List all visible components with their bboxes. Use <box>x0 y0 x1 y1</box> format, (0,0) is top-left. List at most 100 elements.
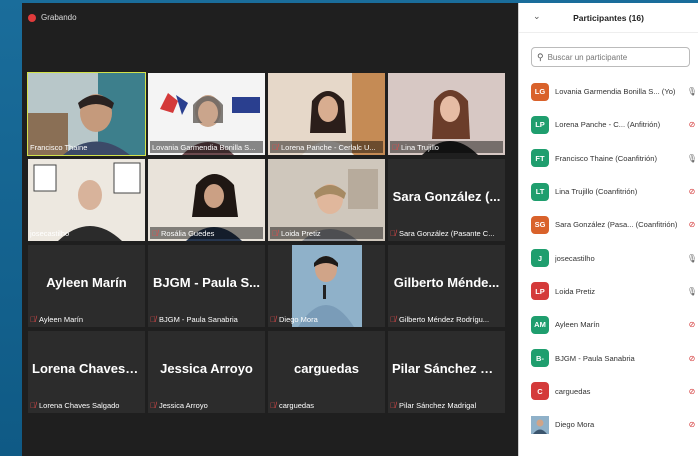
search-box[interactable]: ⚲ <box>531 47 690 67</box>
tile-caption: 🎙̸ Lorena Panche - Cerlalc U... <box>270 141 383 153</box>
tile-display-name: Pilar Sánchez M... <box>392 361 501 376</box>
participant-item[interactable]: LT Lina Trujillo (Coanfitrión) ⊘ <box>531 175 698 208</box>
participant-name: Loida Pretiz <box>555 286 596 296</box>
desktop-background-strip <box>0 0 22 456</box>
mic-on-icon[interactable]: 🎙 <box>686 254 698 263</box>
video-tile[interactable]: BJGM - Paula S... 🎙̸ BJGM - Paula Sanabri… <box>148 245 265 327</box>
tile-caption: 🎙̸ Loida Pretiz <box>270 227 383 239</box>
video-tile[interactable]: Ayleen Marín 🎙̸ Ayleen Marín <box>28 245 145 327</box>
mic-off-icon[interactable]: ⊘ <box>686 120 698 129</box>
participant-name: BJGM - Paula Sanabria <box>555 353 635 363</box>
participant-name: Lina Trujillo (Coanfitrión) <box>555 187 638 197</box>
muted-mic-icon: 🎙̸ <box>392 142 398 152</box>
video-tile[interactable]: 🎙̸ Rosália Guedes <box>148 159 265 241</box>
avatar: FT <box>531 149 549 168</box>
tile-caption: 🎙̸ Jessica Arroyo <box>150 400 208 410</box>
tile-display-name: Gilberto Ménde... <box>393 275 500 290</box>
avatar-photo <box>531 415 549 434</box>
tile-caption: 🎙̸ Diego Mora <box>270 314 318 324</box>
mic-on-icon[interactable]: 🎙 <box>686 87 698 96</box>
participants-panel: ⌄ Participantes (16) ⚲ LG Lovania Garmend… <box>518 3 698 456</box>
participant-item[interactable]: B- BJGM - Paula Sanabria ⊘ <box>531 341 698 374</box>
tile-caption: 🎙̸ BJGM - Paula Sanabria <box>150 314 238 324</box>
muted-mic-icon: 🎙̸ <box>152 228 158 238</box>
avatar: LG <box>531 82 549 101</box>
participant-item[interactable]: LP Loida Pretiz 🎙 <box>531 275 698 308</box>
avatar: AM <box>531 315 549 334</box>
video-tile[interactable]: Gilberto Ménde... 🎙̸ Gilberto Méndez Rodr… <box>388 245 505 327</box>
mic-on-icon[interactable]: 🎙 <box>686 154 698 163</box>
muted-mic-icon: 🎙̸ <box>390 400 396 410</box>
tile-caption: 🎙̸ carguedas <box>270 400 315 410</box>
record-dot-icon <box>28 13 36 22</box>
mic-off-icon[interactable]: ⊘ <box>686 420 698 429</box>
participant-name: Lorena Panche - C... (Anfitrión) <box>555 120 661 130</box>
tile-caption: 🎙̸ Ayleen Marín <box>30 314 84 324</box>
mic-off-icon[interactable]: ⊘ <box>686 220 698 229</box>
avatar: SG <box>531 215 549 234</box>
tile-caption: 🎙̸ Pilar Sánchez Madrigal <box>390 400 477 410</box>
video-tile[interactable]: josecastilho <box>28 159 145 241</box>
video-tile[interactable]: Francisco Thaine <box>27 72 146 156</box>
participant-name: Diego Mora <box>555 420 595 430</box>
chevron-down-icon[interactable]: ⌄ <box>533 11 541 22</box>
muted-mic-icon: 🎙̸ <box>270 314 276 324</box>
tile-display-name: BJGM - Paula S... <box>153 275 260 290</box>
mic-off-icon[interactable]: ⊘ <box>686 387 698 396</box>
video-tile[interactable]: Sara González (... 🎙̸ Sara González (Pasa… <box>388 159 505 241</box>
panel-header: ⌄ Participantes (16) <box>519 3 698 33</box>
avatar: B- <box>531 349 549 368</box>
participant-name: Francisco Thaine (Coanfitrión) <box>555 153 657 163</box>
video-tile[interactable]: 🎙̸ Lina Trujillo <box>388 73 505 155</box>
tile-display-name: carguedas <box>293 361 360 376</box>
video-tile[interactable]: carguedas 🎙̸ carguedas <box>268 331 385 413</box>
tile-caption: 🎙̸ Gilberto Méndez Rodrígu... <box>390 314 490 324</box>
participant-item[interactable]: LG Lovania Garmendia Bonilla S... (Yo) 🎙 <box>531 75 698 108</box>
video-tile[interactable]: Jessica Arroyo 🎙̸ Jessica Arroyo <box>148 331 265 413</box>
recording-indicator[interactable]: Grabando <box>28 13 77 22</box>
participant-item[interactable]: AM Ayleen Marín ⊘ <box>531 308 698 341</box>
participant-item[interactable]: FT Francisco Thaine (Coanfitrión) 🎙 <box>531 142 698 175</box>
participant-list: LG Lovania Garmendia Bonilla S... (Yo) 🎙 L… <box>519 75 698 441</box>
tile-display-name: Jessica Arroyo <box>160 361 253 376</box>
muted-mic-icon: 🎙̸ <box>30 400 36 410</box>
muted-mic-icon: 🎙̸ <box>272 142 278 152</box>
avatar: LT <box>531 182 549 201</box>
participant-name: Lovania Garmendia Bonilla S... (Yo) <box>555 87 676 97</box>
tile-caption: josecastilho <box>30 228 70 238</box>
participant-item[interactable]: SG Sara González (Pasa... (Coanfitrión) ⊘ <box>531 208 698 241</box>
avatar: LP <box>531 282 549 301</box>
video-tile[interactable]: Lovania Garmendia Bonilla S... <box>148 73 265 155</box>
mic-off-icon[interactable]: ⊘ <box>686 354 698 363</box>
participant-name: carguedas <box>555 386 591 396</box>
participant-item[interactable]: Ccarguedas ⊘ <box>531 375 698 408</box>
user-photo-icon <box>531 415 549 434</box>
muted-mic-icon: 🎙̸ <box>150 400 156 410</box>
video-tile[interactable]: Lorena Chaves S... 🎙̸ Lorena Chaves Salga… <box>28 331 145 413</box>
mic-on-icon[interactable]: 🎙 <box>686 287 698 296</box>
video-tile[interactable]: 🎙̸ Lorena Panche - Cerlalc U... <box>268 73 385 155</box>
search-input[interactable] <box>547 52 684 62</box>
participant-item[interactable]: Diego Mora ⊘ <box>531 408 698 441</box>
muted-mic-icon: 🎙̸ <box>270 400 276 410</box>
muted-mic-icon: 🎙̸ <box>390 228 396 238</box>
avatar: LP <box>531 115 549 134</box>
tile-caption: 🎙̸ Sara González (Pasante C... <box>390 228 495 238</box>
participant-item[interactable]: LP Lorena Panche - C... (Anfitrión) ⊘ <box>531 108 698 141</box>
mic-off-icon[interactable]: ⊘ <box>686 320 698 329</box>
tile-caption: 🎙̸ Lina Trujillo <box>390 141 503 153</box>
tile-caption: Francisco Thaine <box>30 142 88 152</box>
muted-mic-icon: 🎙̸ <box>272 228 278 238</box>
video-tile[interactable]: 🎙̸ Diego Mora <box>268 245 385 327</box>
video-tile[interactable]: Pilar Sánchez M... 🎙̸ Pilar Sánchez Madri… <box>388 331 505 413</box>
tile-caption: 🎙̸ Lorena Chaves Salgado <box>30 400 120 410</box>
video-tile[interactable]: 🎙̸ Loida Pretiz <box>268 159 385 241</box>
tile-caption: Lovania Garmendia Bonilla S... <box>150 141 263 153</box>
muted-mic-icon: 🎙̸ <box>390 314 396 324</box>
participant-name: Sara González (Pasa... (Coanfitrión) <box>555 220 678 230</box>
tile-caption: 🎙̸ Rosália Guedes <box>150 227 263 239</box>
mic-off-icon[interactable]: ⊘ <box>686 187 698 196</box>
muted-mic-icon: 🎙̸ <box>30 314 36 324</box>
participant-item[interactable]: Jjosecastilho 🎙 <box>531 241 698 274</box>
tile-display-name: Ayleen Marín <box>46 275 127 290</box>
